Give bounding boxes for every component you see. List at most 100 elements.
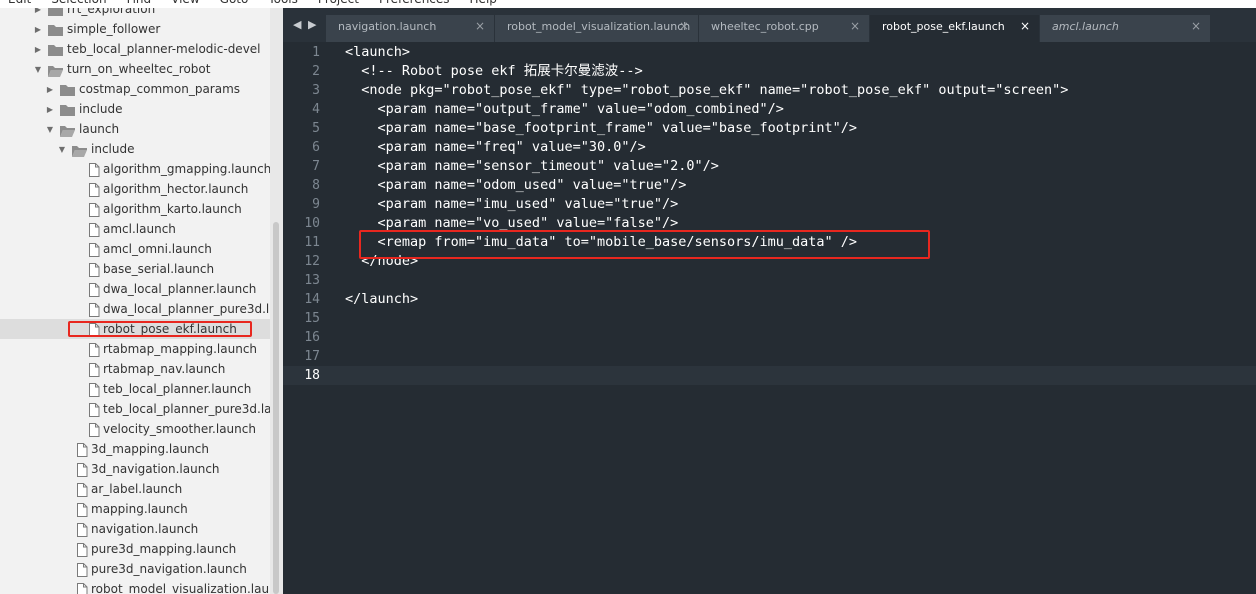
tree-item-label: simple_follower (67, 22, 161, 36)
menu-item[interactable]: Goto (220, 0, 249, 6)
line-number: 18 (304, 368, 320, 383)
collapsed-arrow-icon[interactable]: ▶ (45, 103, 55, 115)
tab-file[interactable]: robot_pose_ekf.launch × (870, 15, 1039, 42)
tab-file[interactable]: robot_model_visualization.launch × (495, 15, 698, 42)
code-line[interactable]: </launch> (345, 290, 418, 309)
tab-scroll-right-icon[interactable]: ▶ (308, 18, 316, 31)
file-item[interactable]: rtabmap_mapping.launch (0, 339, 270, 359)
menu-bar: Edit Selection Find View Goto Tools Project Pre… (0, 0, 1256, 8)
collapsed-arrow-icon[interactable]: ▶ (45, 83, 55, 95)
folder-item[interactable]: ▶ include (0, 99, 270, 119)
file-item[interactable]: teb_local_planner.launch (0, 379, 270, 399)
sidebar-scrollbar-thumb[interactable] (273, 222, 279, 594)
line-number: 16 (304, 330, 320, 345)
menu-item[interactable]: Tools (268, 0, 298, 6)
menu-item[interactable]: Edit (8, 0, 31, 6)
tree-item-label: algorithm_hector.launch (103, 182, 249, 196)
expanded-arrow-icon[interactable]: ▼ (33, 63, 43, 75)
line-number: 1 (312, 45, 320, 60)
file-item[interactable]: algorithm_hector.launch (0, 179, 270, 199)
tree-item-label: rtabmap_nav.launch (103, 362, 226, 376)
tree-item-label: algorithm_gmapping.launch (103, 162, 270, 176)
tree-item-label: 3d_navigation.launch (91, 462, 220, 476)
code-line[interactable]: <param name="base_footprint_frame" value… (345, 119, 858, 138)
tab-file[interactable]: navigation.launch × (326, 15, 494, 42)
file-item[interactable]: amcl_omni.launch (0, 239, 270, 259)
code-line[interactable]: <node pkg="robot_pose_ekf" type="robot_p… (345, 81, 1068, 100)
tree-item-label: launch (79, 122, 120, 136)
tree-item-label: pure3d_navigation.launch (91, 562, 247, 576)
file-item[interactable]: navigation.launch (0, 519, 270, 539)
folder-item[interactable]: ▶ costmap_common_params (0, 79, 270, 99)
tab-file[interactable]: amcl.launch × (1040, 15, 1210, 42)
tab-close-icon[interactable]: × (475, 19, 485, 33)
tab-scroll-left-icon[interactable]: ◀ (293, 18, 301, 31)
sidebar: ▶ rrt_exploration ▶ simple_follower ▶ teb_loc… (0, 0, 283, 594)
line-number: 6 (312, 140, 320, 155)
file-item[interactable]: pure3d_navigation.launch (0, 559, 270, 579)
tab-close-icon[interactable]: × (679, 19, 689, 33)
file-item[interactable]: velocity_smoother.launch (0, 419, 270, 439)
file-item[interactable]: 3d_mapping.launch (0, 439, 270, 459)
file-item[interactable]: algorithm_karto.launch (0, 199, 270, 219)
code-line[interactable]: <param name="sensor_timeout" value="2.0"… (345, 157, 719, 176)
menu-item[interactable]: Help (470, 0, 497, 6)
expanded-arrow-icon[interactable]: ▼ (57, 143, 67, 155)
expanded-arrow-icon[interactable]: ▼ (45, 123, 55, 135)
code-editor[interactable]: 1 2 3 4 5 6 7 8 9 10 11 12 13 14 15 16 17 18 <launch> <!-… (283, 42, 1256, 594)
line-number: 8 (312, 178, 320, 193)
menu-item[interactable]: Find (127, 0, 152, 6)
file-tree: ▶ rrt_exploration ▶ simple_follower ▶ teb_loc… (0, 0, 270, 594)
menu-item[interactable]: Selection (51, 0, 106, 6)
menu-item[interactable]: View (171, 0, 199, 6)
file-item[interactable]: pure3d_mapping.launch (0, 539, 270, 559)
file-item[interactable]: algorithm_gmapping.launch (0, 159, 270, 179)
tree-item-label: dwa_local_planner.launch (103, 282, 257, 296)
code-line[interactable]: <param name="output_frame" value="odom_c… (345, 100, 784, 119)
tree-item-label: navigation.launch (91, 522, 199, 536)
annotation-highlight-file (68, 321, 252, 337)
file-item[interactable]: robot_model_visualization.launch (0, 579, 270, 594)
code-line[interactable]: <launch> (345, 43, 410, 62)
code-line[interactable]: <!-- Robot pose ekf 拓展卡尔曼滤波--> (345, 62, 642, 81)
code-line[interactable]: <param name="odom_used" value="true"/> (345, 176, 687, 195)
sidebar-scrollbar[interactable] (270, 0, 283, 594)
code-line[interactable]: <param name="freq" value="30.0"/> (345, 138, 646, 157)
line-number: 9 (312, 197, 320, 212)
file-item[interactable]: dwa_local_planner_pure3d.launch (0, 299, 270, 319)
tab-label: wheeltec_robot.cpp (711, 20, 819, 33)
file-item[interactable]: teb_local_planner_pure3d.launch (0, 399, 270, 419)
line-number: 15 (304, 311, 320, 326)
line-number: 13 (304, 273, 320, 288)
tab-close-icon[interactable]: × (1020, 19, 1030, 33)
tree-item-label: velocity_smoother.launch (103, 422, 256, 436)
tab-label: amcl.launch (1052, 20, 1119, 33)
file-item[interactable]: dwa_local_planner.launch (0, 279, 270, 299)
line-number: 17 (304, 349, 320, 364)
tree-item-label: costmap_common_params (79, 82, 241, 96)
line-number: 10 (304, 216, 320, 231)
folder-item[interactable]: ▼ include (0, 139, 270, 159)
menu-item[interactable]: Project (318, 0, 359, 6)
collapsed-arrow-icon[interactable]: ▶ (33, 43, 43, 55)
tab-close-icon[interactable]: × (1191, 19, 1201, 33)
folder-item[interactable]: ▼ launch (0, 119, 270, 139)
folder-item[interactable]: ▼ turn_on_wheeltec_robot (0, 59, 270, 79)
tab-file[interactable]: wheeltec_robot.cpp × (699, 15, 869, 42)
tab-close-icon[interactable]: × (850, 19, 860, 33)
file-item[interactable]: rtabmap_nav.launch (0, 359, 270, 379)
file-item[interactable]: ar_label.launch (0, 479, 270, 499)
line-number: 11 (304, 235, 320, 250)
line-number: 14 (304, 292, 320, 307)
file-item[interactable]: 3d_navigation.launch (0, 459, 270, 479)
file-item[interactable]: base_serial.launch (0, 259, 270, 279)
current-line-highlight (283, 366, 1256, 385)
file-item[interactable]: mapping.launch (0, 499, 270, 519)
folder-item[interactable]: ▶ teb_local_planner-melodic-devel (0, 39, 270, 59)
menu-item[interactable]: Preferences (379, 0, 450, 6)
folder-item[interactable]: ▶ simple_follower (0, 19, 270, 39)
file-item[interactable]: amcl.launch (0, 219, 270, 239)
line-number: 5 (312, 121, 320, 136)
code-line[interactable]: <param name="imu_used" value="true"/> (345, 195, 679, 214)
collapsed-arrow-icon[interactable]: ▶ (33, 23, 43, 35)
